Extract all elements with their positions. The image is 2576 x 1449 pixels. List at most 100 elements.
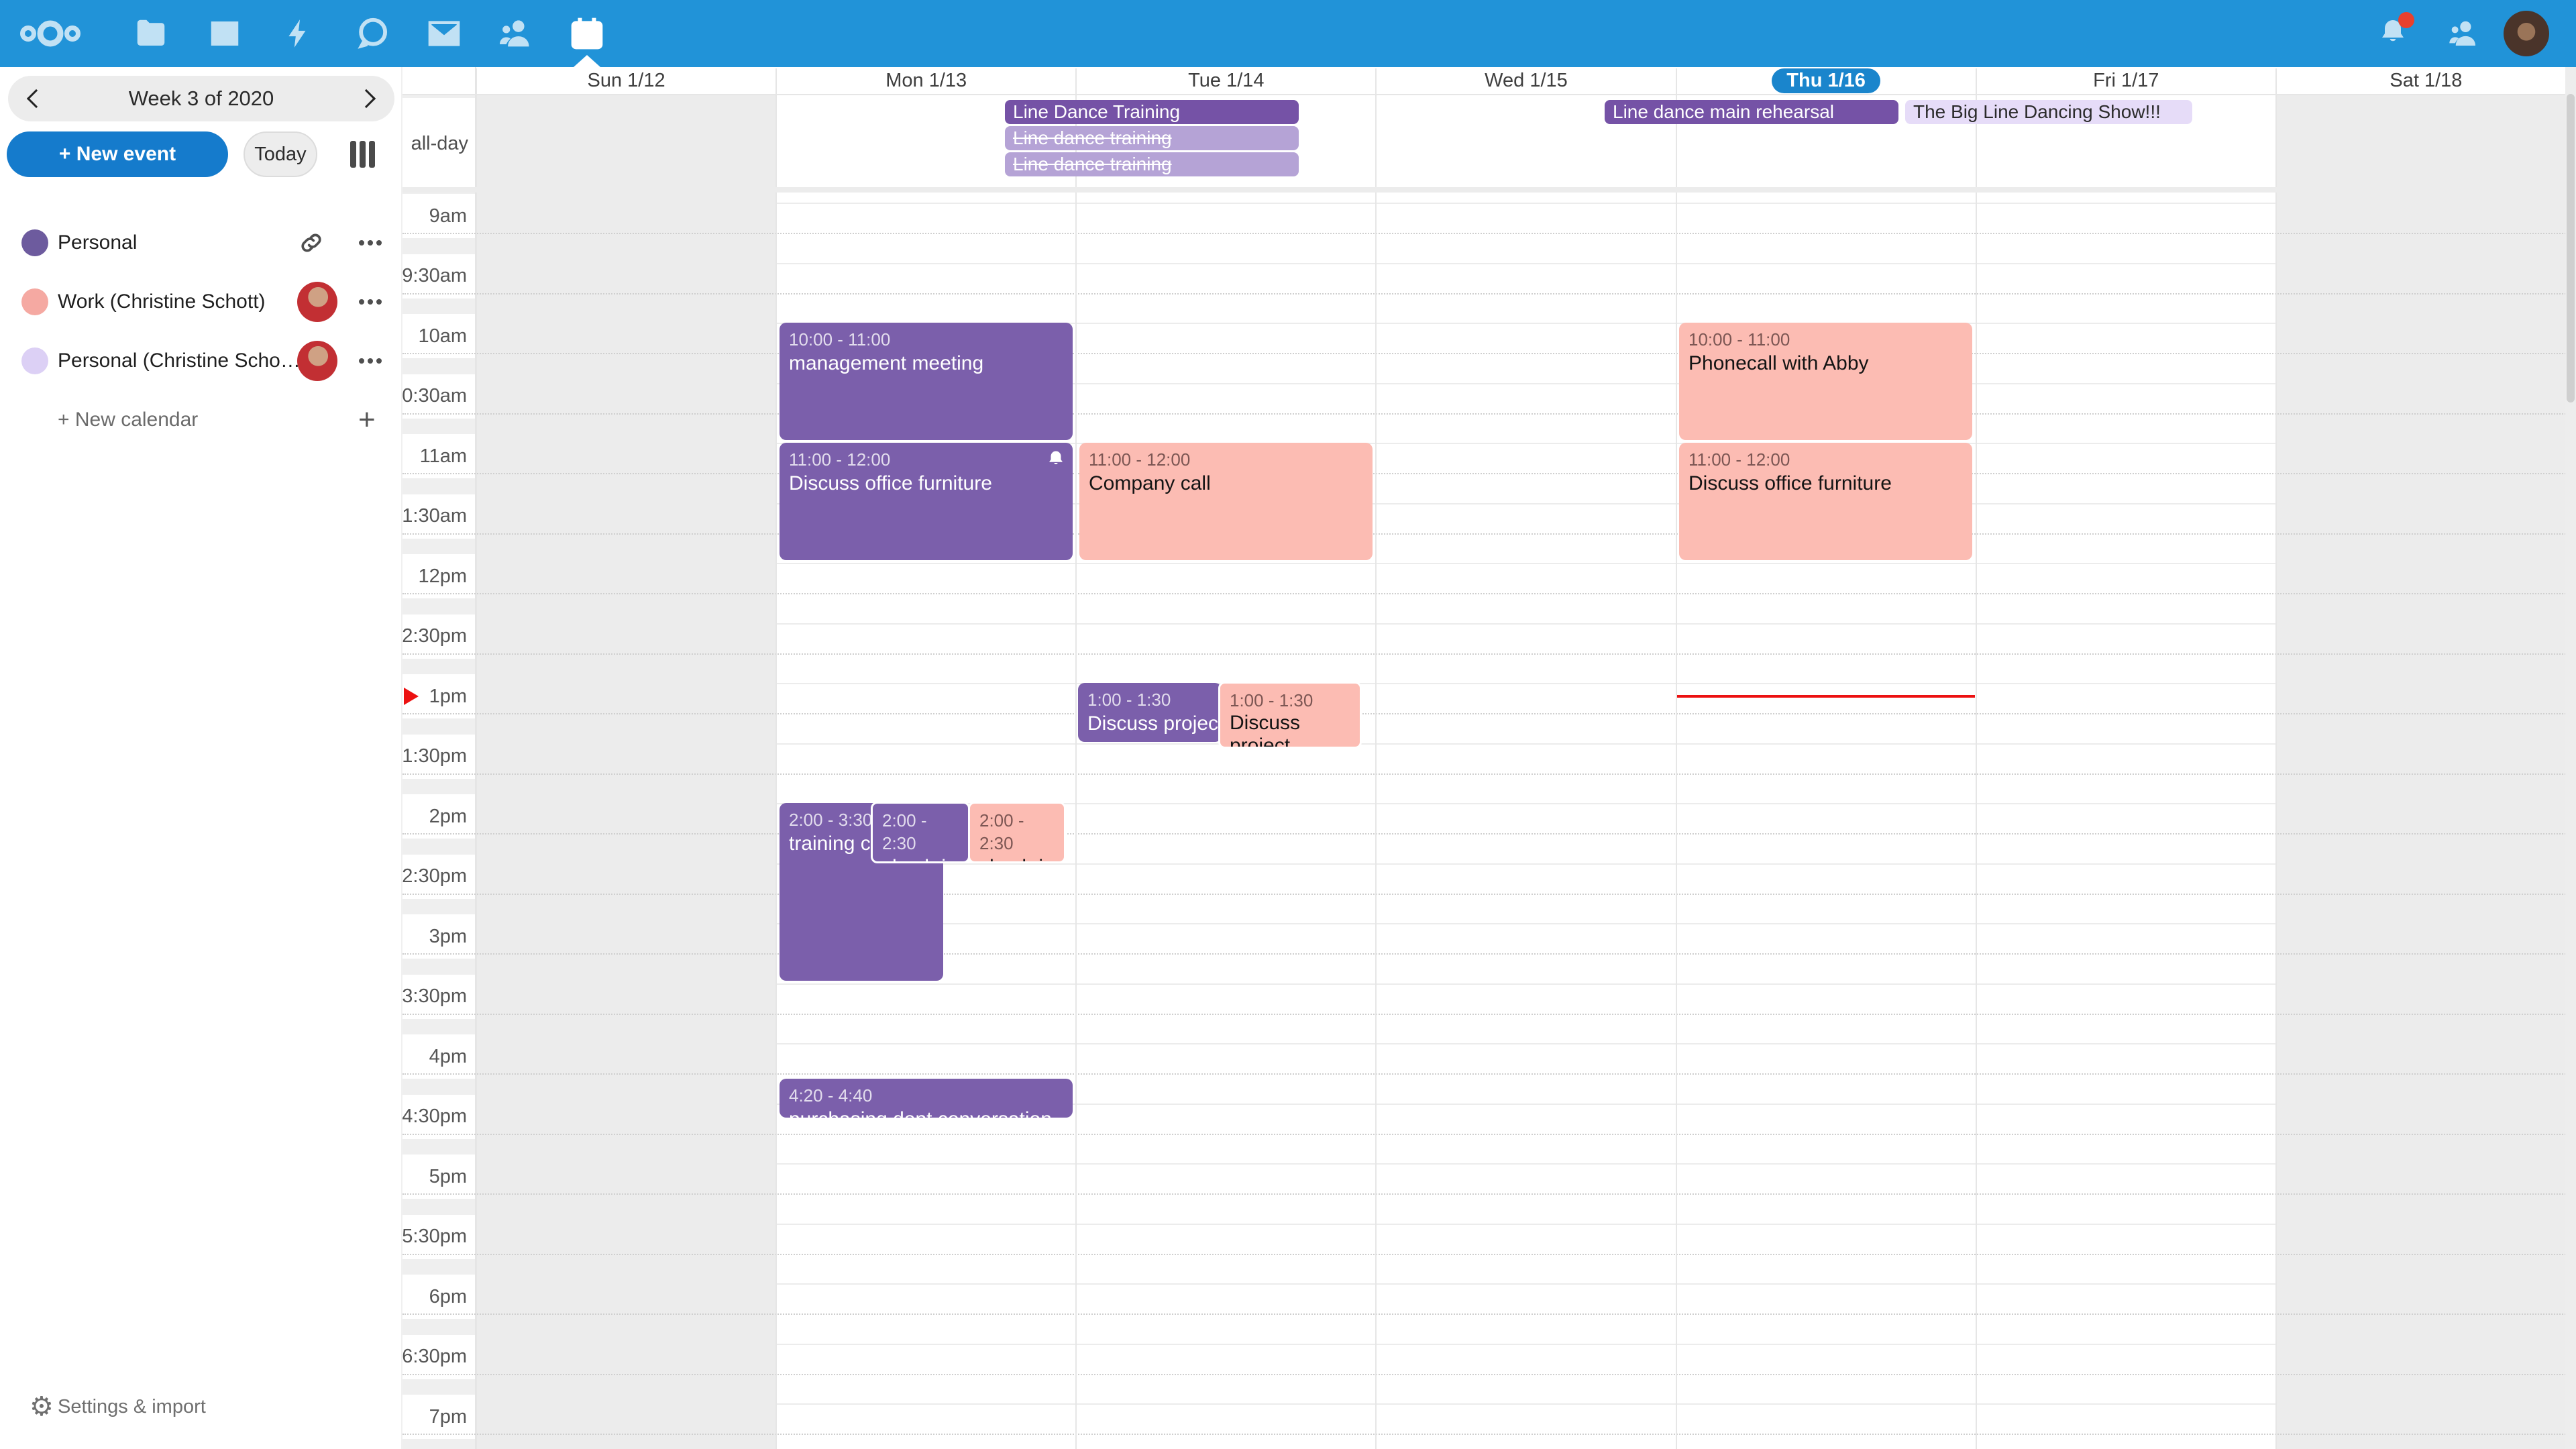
- grid-line-dotted: [402, 533, 2576, 535]
- nextcloud-calendar-app: Week 3 of 2020 + New event Today Persona…: [0, 0, 2576, 1449]
- event-discuss-project-announcement[interactable]: 1:00 - 1:30 Discuss project announcement: [1078, 683, 1222, 742]
- christine-avatar: [297, 282, 337, 322]
- all-day-event[interactable]: The Big Line Dancing Show!!!: [1905, 100, 2192, 124]
- new-event-button[interactable]: + New event: [7, 131, 228, 177]
- event-discuss-office-furniture-thu[interactable]: 11:00 - 12:00 Discuss office furniture: [1679, 443, 1972, 560]
- talk-icon[interactable]: [339, 0, 406, 67]
- event-phonecall-with-abby[interactable]: 10:00 - 11:00 Phonecall with Abby: [1679, 323, 1972, 440]
- grid-line-dotted: [402, 473, 2576, 474]
- grid-line-dotted: [402, 1014, 2576, 1015]
- event-management-meeting[interactable]: 10:00 - 11:00 management meeting: [780, 323, 1073, 440]
- grid-line-dotted: [402, 1374, 2576, 1375]
- grid-line: [476, 563, 2576, 564]
- time-label: 5pm: [402, 1155, 475, 1199]
- event-check-in[interactable]: 2:00 - 2:30 check-in: [871, 802, 970, 863]
- time-label: 10am: [402, 314, 475, 358]
- next-week-button[interactable]: [350, 80, 388, 117]
- new-calendar-button[interactable]: + New calendar +: [0, 390, 402, 449]
- time-label: 9am: [402, 194, 475, 238]
- top-bar: [0, 0, 2576, 67]
- time-label: 10:30am: [402, 374, 475, 419]
- all-day-event[interactable]: Line dance main rehearsal: [1605, 100, 1898, 124]
- time-label: 12:30pm: [402, 614, 475, 659]
- user-avatar[interactable]: [2504, 11, 2549, 56]
- all-day-event-cancelled[interactable]: Line dance training: [1005, 152, 1299, 176]
- chevron-left-icon: [27, 89, 46, 108]
- day-header-fri[interactable]: Fri 1/17: [1976, 67, 2276, 94]
- calendar-color-dot: [21, 288, 48, 315]
- event-discuss-office-furniture[interactable]: 11:00 - 12:00 Discuss office furniture: [780, 443, 1073, 560]
- mail-icon[interactable]: [411, 0, 478, 67]
- time-label: 2:30pm: [402, 855, 475, 899]
- grid-line: [476, 203, 2576, 204]
- calendar-menu-icon[interactable]: [356, 346, 385, 376]
- grid-line-dotted: [402, 1254, 2576, 1255]
- grid-line-dotted: [402, 833, 2576, 835]
- all-day-event-cancelled[interactable]: Line dance training: [1005, 126, 1299, 150]
- column-border: [1075, 68, 1077, 1449]
- all-day-event[interactable]: Line Dance Training: [1005, 100, 1299, 124]
- grid-line: [476, 623, 2576, 625]
- day-label: Fri 1/17: [2093, 70, 2159, 92]
- grid-line-dotted: [402, 953, 2576, 955]
- reminder-bell-icon: [1046, 449, 1066, 470]
- time-label: 9:30am: [402, 254, 475, 299]
- chevron-right-icon: [357, 89, 376, 108]
- time-label: 1:30pm: [402, 735, 475, 779]
- time-label: 7pm: [402, 1395, 475, 1439]
- grid-line-dotted: [402, 1313, 2576, 1315]
- calendar-item-personal[interactable]: Personal: [0, 213, 402, 272]
- event-check-in[interactable]: 2:00 - 2:30 check-in: [968, 802, 1066, 863]
- scrollbar-thumb[interactable]: [2567, 94, 2575, 402]
- day-header-sat[interactable]: Sat 1/18: [2276, 67, 2576, 94]
- day-header-sun[interactable]: Sun 1/12: [476, 67, 776, 94]
- settings-import-button[interactable]: ⚙ Settings & import: [0, 1383, 402, 1430]
- photos-icon[interactable]: [191, 0, 258, 67]
- previous-week-button[interactable]: [15, 80, 52, 117]
- grid-line: [476, 683, 2576, 684]
- files-icon[interactable]: [117, 0, 184, 67]
- time-label: 3pm: [402, 914, 475, 959]
- nextcloud-logo[interactable]: [17, 0, 84, 67]
- calendar-color-dot: [21, 347, 48, 374]
- day-header-thu[interactable]: Thu 1/16: [1676, 67, 1976, 94]
- grid-line: [476, 1403, 2576, 1405]
- grid-line-dotted: [402, 233, 2576, 234]
- activity-icon[interactable]: [265, 0, 332, 67]
- christine-avatar: [297, 341, 337, 381]
- vertical-scrollbar[interactable]: [2565, 67, 2576, 1449]
- active-app-indicator: [574, 55, 600, 67]
- column-border: [476, 68, 477, 1449]
- day-header-wed[interactable]: Wed 1/15: [1376, 67, 1676, 94]
- view-toggle-icon[interactable]: [350, 141, 377, 168]
- time-gutter: all-day 9am9:30am10am10:30am11am11:30am1…: [402, 67, 476, 1449]
- calendar-item-personal-christine[interactable]: Personal (Christine Scho…: [0, 331, 402, 390]
- calendar-menu-icon[interactable]: [356, 287, 385, 317]
- week-label[interactable]: Week 3 of 2020: [129, 87, 274, 111]
- time-label: 12pm: [402, 554, 475, 598]
- share-link-icon[interactable]: [295, 227, 327, 259]
- column-border: [1676, 68, 1677, 1449]
- notifications-bell-icon[interactable]: [2359, 0, 2426, 67]
- column-border: [1976, 68, 1977, 1449]
- week-navigation: Week 3 of 2020: [8, 76, 394, 121]
- day-header-mon[interactable]: Mon 1/13: [776, 67, 1076, 94]
- event-purchasing-dept-conversation[interactable]: 4:20 - 4:40 purchasing dept conversation: [780, 1079, 1073, 1118]
- time-label: 2pm: [402, 794, 475, 839]
- today-button[interactable]: Today: [244, 131, 317, 177]
- calendar-item-work-christine[interactable]: Work (Christine Schott): [0, 272, 402, 331]
- grid-line-dotted: [402, 353, 2576, 354]
- contacts-menu-icon[interactable]: [2430, 0, 2497, 67]
- notification-badge: [2398, 12, 2414, 28]
- calendar-color-dot: [21, 229, 48, 256]
- contacts-icon[interactable]: [482, 0, 549, 67]
- time-label: 3:30pm: [402, 975, 475, 1019]
- grid-line: [476, 1163, 2576, 1165]
- calendar-menu-icon[interactable]: [356, 228, 385, 258]
- grid-line-dotted: [402, 413, 2576, 415]
- weekend-column-saturday: [2276, 95, 2576, 1449]
- event-discuss-project-announcement[interactable]: 1:00 - 1:30 Discuss project announcement: [1218, 682, 1362, 749]
- grid-line: [476, 743, 2576, 745]
- event-company-call[interactable]: 11:00 - 12:00 Company call: [1079, 443, 1373, 560]
- day-header-tue[interactable]: Tue 1/14: [1076, 67, 1376, 94]
